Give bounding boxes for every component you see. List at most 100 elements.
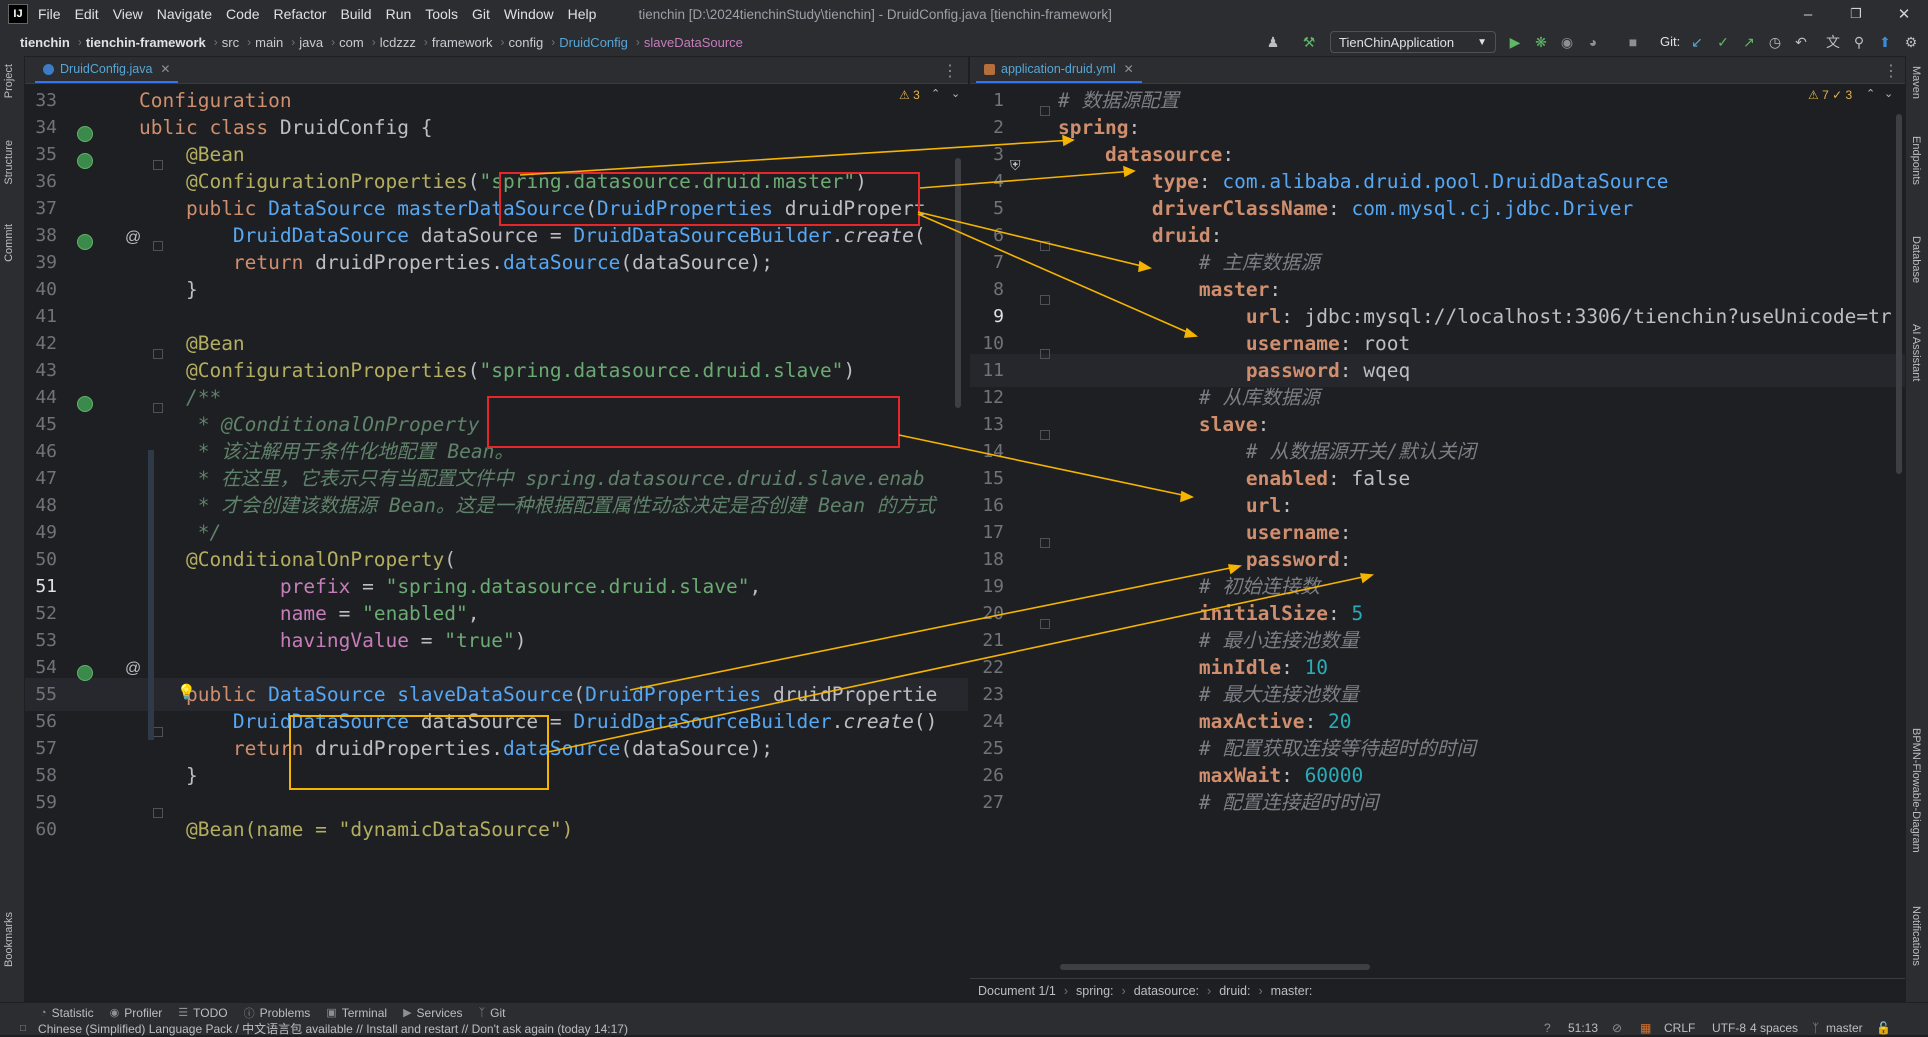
code-line[interactable]: # 配置连接超时时间	[1058, 786, 1378, 819]
menu-item-code[interactable]: Code	[226, 6, 259, 22]
git-branch[interactable]: master	[1826, 1021, 1863, 1035]
yaml-path-item[interactable]: master:	[1271, 984, 1313, 998]
tool-bpmn-diagram[interactable]: BPMN-Flowable-Diagram	[1910, 728, 1922, 853]
plugin-icon[interactable]: ▦	[1640, 1021, 1651, 1035]
breadcrumb-item[interactable]: slaveDataSource	[644, 35, 743, 50]
next-highlight-icon[interactable]: ⌄	[951, 87, 960, 100]
breadcrumb-item[interactable]: java	[299, 35, 323, 50]
yaml-path-item[interactable]: druid:	[1219, 984, 1250, 998]
tool-todo[interactable]: ☰ TODO	[178, 1006, 227, 1020]
tool-project[interactable]: Project	[3, 64, 15, 98]
menu-item-git[interactable]: Git	[472, 6, 490, 22]
tab-application-druid-yml[interactable]: application-druid.yml ✕	[976, 57, 1142, 83]
run-icon[interactable]: ▶	[1506, 33, 1524, 51]
maximize-button[interactable]: ❐	[1834, 0, 1878, 28]
breadcrumb-item[interactable]: DruidConfig	[559, 35, 628, 50]
fold-marker-icon[interactable]	[153, 727, 163, 737]
menu-item-tools[interactable]: Tools	[425, 6, 458, 22]
tool-structure[interactable]: Structure	[3, 140, 15, 185]
tool-ai-assistant[interactable]: AI Assistant	[1910, 324, 1922, 381]
menu-item-window[interactable]: Window	[504, 6, 554, 22]
fold-marker-icon[interactable]	[1040, 538, 1050, 548]
next-highlight-icon[interactable]: ⌄	[1884, 87, 1893, 100]
inspection-widget[interactable]: ⚠ 7 ✓ 3	[1808, 88, 1852, 102]
breadcrumb-item[interactable]: lcdzzz	[380, 35, 416, 50]
tool-notifications[interactable]: Notifications	[1910, 906, 1922, 966]
autowired-at-icon[interactable]: @	[125, 660, 141, 678]
prev-highlight-icon[interactable]: ⌃	[931, 87, 940, 100]
git-update-icon[interactable]: ↙	[1688, 33, 1706, 51]
spring-bean-icon[interactable]	[77, 396, 93, 412]
menu-item-run[interactable]: Run	[386, 6, 412, 22]
yaml-path-item[interactable]: datasource:	[1134, 984, 1199, 998]
search-icon[interactable]: ⚲	[1850, 33, 1868, 51]
indent-setting[interactable]: 4 spaces	[1750, 1021, 1798, 1035]
status-message[interactable]: Chinese (Simplified) Language Pack / 中文语…	[38, 1020, 628, 1037]
fold-marker-icon[interactable]	[1040, 430, 1050, 440]
breadcrumb-item[interactable]: framework	[432, 35, 493, 50]
tool-profiler[interactable]: ◉ Profiler	[110, 1006, 163, 1020]
more-tabs-icon[interactable]: ⋮	[1883, 61, 1899, 81]
java-editor[interactable]: ⚠ 3 ⌃ ⌄ 33 Configuration 34 ublic class Dru…	[25, 84, 968, 977]
menu-item-help[interactable]: Help	[568, 6, 597, 22]
yaml-editor[interactable]: ⚠ 7 ✓ 3 ⌃ ⌄ 1 # 数据源配置 2 spring: 3 datasource…	[970, 84, 1905, 977]
tool-git[interactable]: ᛉ Git	[479, 1006, 506, 1020]
translate-icon[interactable]: 文	[1824, 33, 1842, 51]
lightbulb-icon[interactable]: 💡	[177, 683, 196, 701]
fold-marker-icon[interactable]	[153, 349, 163, 359]
help-icon[interactable]: ?	[1544, 1021, 1551, 1035]
menu-item-view[interactable]: View	[113, 6, 143, 22]
autowired-at-icon[interactable]: @	[125, 229, 141, 247]
vertical-scrollbar[interactable]	[1896, 114, 1902, 474]
spring-bean-icon[interactable]	[77, 153, 93, 169]
code-line[interactable]: return druidProperties.dataSource(dataSo…	[139, 246, 773, 279]
fold-marker-icon[interactable]	[153, 241, 163, 251]
more-tabs-icon[interactable]: ⋮	[942, 61, 958, 81]
inspection-widget[interactable]: ⚠ 3	[899, 88, 920, 102]
tool-endpoints[interactable]: Endpoints	[1910, 136, 1922, 185]
tool-problems[interactable]: ⓘ Problems	[244, 1005, 311, 1021]
git-push-icon[interactable]: ↗	[1740, 33, 1758, 51]
fold-marker-icon[interactable]	[153, 808, 163, 818]
tool-services[interactable]: ▶ Services	[403, 1006, 462, 1020]
minimize-button[interactable]: –	[1786, 0, 1830, 28]
run-configuration-select[interactable]: TienChinApplication ▼	[1330, 31, 1496, 53]
coverage-icon[interactable]: ◉	[1558, 33, 1576, 51]
breadcrumb-item[interactable]: com	[339, 35, 364, 50]
fold-marker-icon[interactable]	[153, 160, 163, 170]
rollback-icon[interactable]: ↶	[1792, 33, 1810, 51]
breadcrumb-item[interactable]: main	[255, 35, 283, 50]
settings-gear-icon[interactable]: ⚙	[1902, 33, 1920, 51]
menu-item-build[interactable]: Build	[340, 6, 371, 22]
fold-marker-icon[interactable]	[1040, 106, 1050, 116]
code-line[interactable]: @Bean(name = "dynamicDataSource")	[139, 813, 573, 846]
tool-commit[interactable]: Commit	[3, 224, 15, 262]
tool-statistic[interactable]: ◔ Statistic	[40, 1006, 94, 1020]
intellij-logo-icon[interactable]: IJ	[8, 4, 28, 24]
breadcrumb-item[interactable]: src	[222, 35, 239, 50]
spring-bean-icon[interactable]	[77, 665, 93, 681]
menu-item-file[interactable]: File	[38, 6, 61, 22]
tab-druidconfig-java[interactable]: DruidConfig.java ✕	[35, 57, 179, 83]
line-separator[interactable]: CRLF	[1664, 1021, 1695, 1035]
user-icon[interactable]: ♟	[1264, 33, 1282, 51]
tool-database[interactable]: Database	[1910, 236, 1922, 283]
code-line[interactable]: }	[139, 273, 198, 306]
yaml-path-item[interactable]: Document 1/1	[978, 984, 1056, 998]
build-hammer-icon[interactable]: ⚒	[1300, 33, 1318, 51]
prev-highlight-icon[interactable]: ⌃	[1866, 87, 1875, 100]
horizontal-scrollbar[interactable]	[1060, 964, 1370, 970]
fold-marker-icon[interactable]	[1040, 619, 1050, 629]
vertical-scrollbar[interactable]	[955, 158, 961, 408]
menu-item-edit[interactable]: Edit	[75, 6, 99, 22]
update-icon[interactable]: ⬆	[1876, 33, 1894, 51]
spring-bean-icon[interactable]	[77, 126, 93, 142]
fold-marker-icon[interactable]	[1040, 349, 1050, 359]
tool-terminal[interactable]: ▣ Terminal	[326, 1006, 387, 1020]
git-commit-icon[interactable]: ✓	[1714, 33, 1732, 51]
file-encoding[interactable]: UTF-8	[1712, 1021, 1746, 1035]
menu-item-navigate[interactable]: Navigate	[157, 6, 212, 22]
tool-bookmarks[interactable]: Bookmarks	[3, 912, 15, 967]
yaml-path-item[interactable]: spring:	[1076, 984, 1114, 998]
close-button[interactable]: ✕	[1882, 0, 1926, 28]
